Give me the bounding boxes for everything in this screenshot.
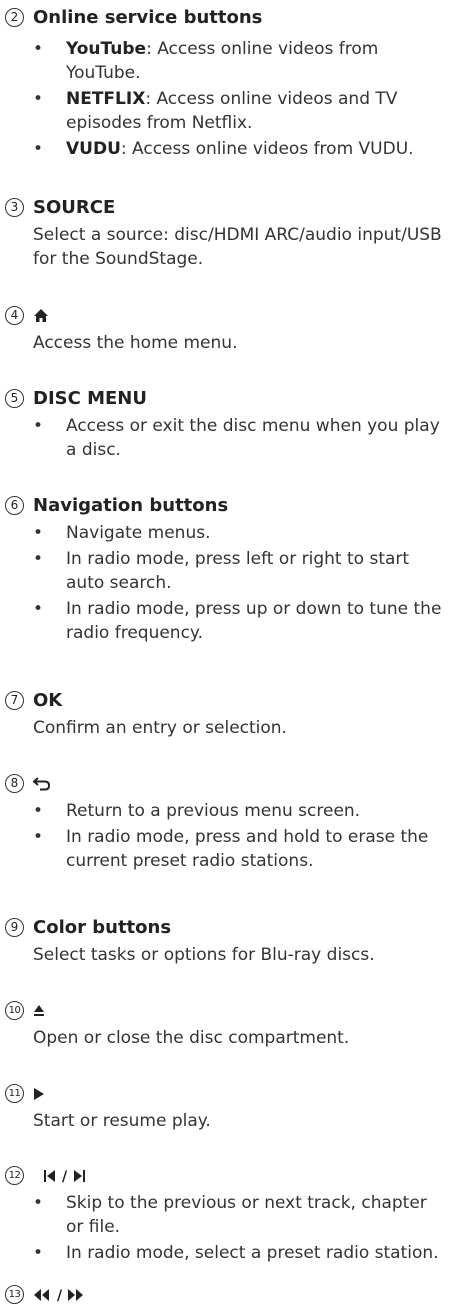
previous-track-icon [44, 1170, 55, 1182]
callout-number: 13 [5, 1285, 24, 1304]
list-item: • VUDU: Access online videos from VUDU. [33, 139, 414, 159]
list-item: • Return to a previous menu screen. [33, 801, 361, 821]
manual-page: 2 Online service buttons • YouTube: Acces… [0, 0, 457, 1311]
bullet-list: • Access or exit the disc menu when you p… [33, 414, 445, 464]
svg-text:/: / [57, 1288, 63, 1302]
section-description: Start or resume play. [33, 1111, 211, 1131]
callout-number: 5 [5, 389, 24, 408]
callout-number: 4 [5, 306, 24, 325]
callout-number: 6 [5, 496, 24, 515]
back-icon [32, 773, 51, 797]
fast-forward-icon [68, 1289, 83, 1301]
svg-text:/: / [62, 1169, 68, 1183]
section-heading: Online service buttons [33, 7, 263, 28]
bullet-list: • Navigate menus. • In radio mode, press l… [33, 521, 445, 647]
next-track-icon [74, 1170, 85, 1182]
list-item: • Access or exit the disc menu when you p… [33, 416, 440, 460]
section-description: Confirm an entry or selection. [33, 718, 287, 738]
callout-number: 2 [5, 8, 24, 27]
eject-icon [33, 1000, 45, 1024]
section-description: Select tasks or options for Blu-ray disc… [33, 945, 375, 965]
list-item: • In radio mode, select a preset radio st… [33, 1243, 439, 1263]
bullet-list: • YouTube: Access online videos from YouT… [33, 37, 445, 163]
home-icon [33, 305, 49, 330]
rewind-forward-icons: / [33, 1284, 95, 1308]
section-heading: DISC MENU [33, 388, 147, 409]
callout-number: 8 [5, 774, 24, 793]
callout-number: 9 [5, 918, 24, 937]
callout-number: 7 [5, 691, 24, 710]
bullet-list: • Return to a previous menu screen. • In r… [33, 799, 445, 875]
callout-number: 11 [5, 1084, 24, 1103]
section-heading: SOURCE [33, 197, 116, 218]
section-description: Open or close the disc compartment. [33, 1028, 350, 1048]
section-heading: Navigation buttons [33, 495, 229, 516]
play-icon [33, 1083, 45, 1107]
section-description: Access the home menu. [33, 333, 238, 353]
list-item: • Navigate menus. [33, 523, 211, 543]
list-item: • In radio mode, press and hold to erase … [33, 827, 429, 871]
list-item: • YouTube: Access online videos from YouT… [33, 39, 379, 83]
bullet-list: • Skip to the previous or next track, cha… [33, 1191, 445, 1267]
callout-number: 10 [5, 1001, 24, 1020]
section-heading: Color buttons [33, 917, 172, 938]
callout-number: 3 [5, 198, 24, 217]
list-item: • Skip to the previous or next track, cha… [33, 1193, 427, 1237]
list-item: • In radio mode, press left or right to s… [33, 549, 410, 593]
list-item: • NETFLIX: Access online videos and TV ep… [33, 89, 398, 133]
section-description: Select a source: disc/HDMI ARC/audio inp… [33, 225, 442, 269]
callout-number: 12 [5, 1166, 24, 1185]
rewind-icon [34, 1289, 49, 1301]
section-heading: OK [33, 690, 63, 711]
skip-icons: / [44, 1165, 94, 1189]
list-item: • In radio mode, press up or down to tune… [33, 599, 442, 643]
